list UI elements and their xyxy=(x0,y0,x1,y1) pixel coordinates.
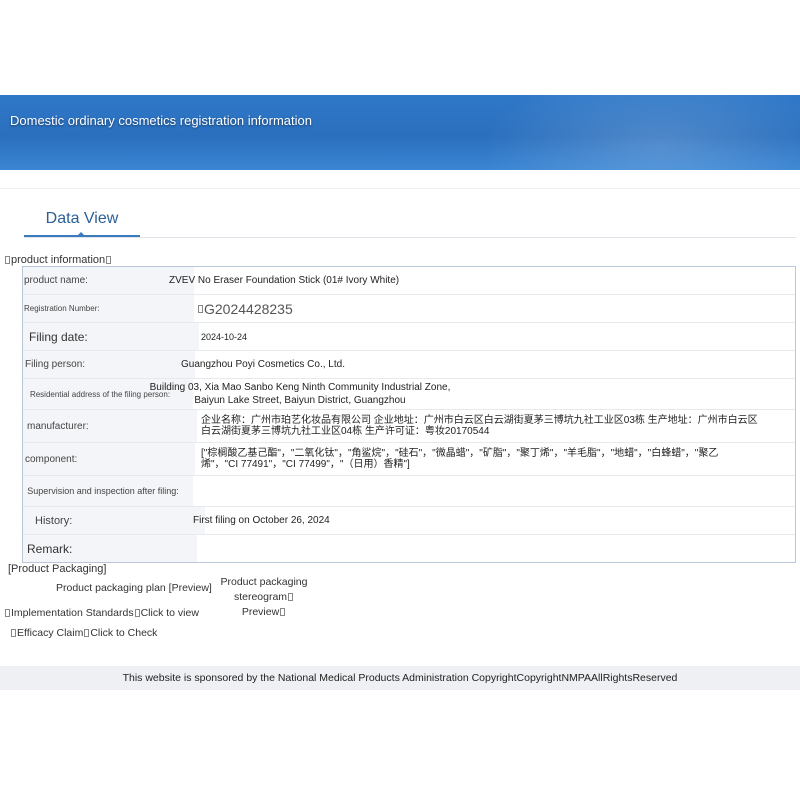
header-banner: Domestic ordinary cosmetics registration… xyxy=(0,95,800,170)
value-history: First filing on October 26, 2024 xyxy=(193,515,330,526)
footer-text: This website is sponsored by the Nationa… xyxy=(122,672,678,684)
bracket-close-icon xyxy=(280,608,286,617)
value-component: ["棕榈酸乙基己酯"，"二氧化钛"，"角鲨烷"，"硅石"，"微晶蜡"，"矿脂"，… xyxy=(201,448,719,470)
value-registration-number: G2024428235 xyxy=(193,295,795,322)
row-filing-date: Filing date: 2024-10-24 xyxy=(23,323,795,351)
label-filing-date: Filing date: xyxy=(23,323,199,350)
page-title: Domestic ordinary cosmetics registration… xyxy=(10,113,312,128)
value-address: Building 03, Xia Mao Sanbo Keng Ninth Co… xyxy=(149,382,451,406)
label-history: History: xyxy=(23,507,205,534)
standards-view-link[interactable]: Click to view xyxy=(141,607,199,619)
row-supervision: Supervision and inspection after filing: xyxy=(23,476,795,507)
label-manufacturer: manufacturer: xyxy=(23,410,197,442)
implementation-standards: Implementation Standards Click to view xyxy=(4,607,199,619)
row-registration-number: Registration Number: G2024428235 xyxy=(23,295,795,323)
row-remark: Remark: xyxy=(23,535,795,562)
missing-glyph-icon xyxy=(198,304,203,313)
product-info-title: product information xyxy=(4,254,112,266)
row-history: History: First filing on October 26, 202… xyxy=(23,507,795,535)
label-registration-number: Registration Number: xyxy=(23,295,194,322)
bracket-close-icon xyxy=(106,256,112,265)
stereogram-label-line2: stereogramPreview xyxy=(219,590,309,620)
value-filing-person: Guangzhou Poyi Cosmetics Co., Ltd. xyxy=(181,359,345,370)
bracket-close-icon xyxy=(134,609,140,618)
label-supervision: Supervision and inspection after filing: xyxy=(23,476,193,506)
value-manufacturer: 企业名称：广州市珀艺化妆品有限公司 企业地址：广州市白云区白云湖街夏茅三博坑九社… xyxy=(201,415,758,437)
efficacy-claim: Efficacy Claim Click to Check xyxy=(10,627,157,639)
packaging-title: [Product Packaging] xyxy=(8,563,107,575)
row-address: Residential address of the filing person… xyxy=(23,379,795,410)
bracket-open-icon xyxy=(5,609,10,618)
product-info-table: product name: ZVEV No Eraser Foundation … xyxy=(22,266,796,563)
value-product-name: ZVEV No Eraser Foundation Stick (01# Ivo… xyxy=(169,275,400,286)
row-product-name: product name: ZVEV No Eraser Foundation … xyxy=(23,267,795,295)
bracket-open-icon xyxy=(11,629,16,638)
tab-data-view[interactable]: Data View xyxy=(24,205,140,237)
row-filing-person: Filing person: Guangzhou Poyi Cosmetics … xyxy=(23,351,795,379)
efficacy-check-link[interactable]: Click to Check xyxy=(90,627,157,639)
label-filing-person: Filing person: xyxy=(23,351,195,378)
bracket-close-icon xyxy=(84,629,90,638)
value-filing-date: 2024-10-24 xyxy=(201,331,248,342)
packaging-plan-link[interactable]: Product packaging plan [Preview] xyxy=(56,582,212,594)
value-supervision xyxy=(193,476,795,506)
row-component: component: ["棕榈酸乙基己酯"，"二氧化钛"，"角鲨烷"，"硅石"，… xyxy=(23,443,795,476)
packaging-stereogram[interactable]: Product packaging stereogramPreview xyxy=(219,575,309,620)
value-remark xyxy=(193,535,795,562)
bracket-open-icon xyxy=(5,256,10,265)
tab-bar: Data View xyxy=(24,205,796,238)
label-remark: Remark: xyxy=(23,535,197,562)
label-component: component: xyxy=(23,443,195,475)
footer: This website is sponsored by the Nationa… xyxy=(0,666,800,690)
stereogram-label-line1: Product packaging xyxy=(220,576,308,588)
bracket-open-icon xyxy=(288,593,294,602)
row-manufacturer: manufacturer: 企业名称：广州市珀艺化妆品有限公司 企业地址：广州市… xyxy=(23,410,795,443)
